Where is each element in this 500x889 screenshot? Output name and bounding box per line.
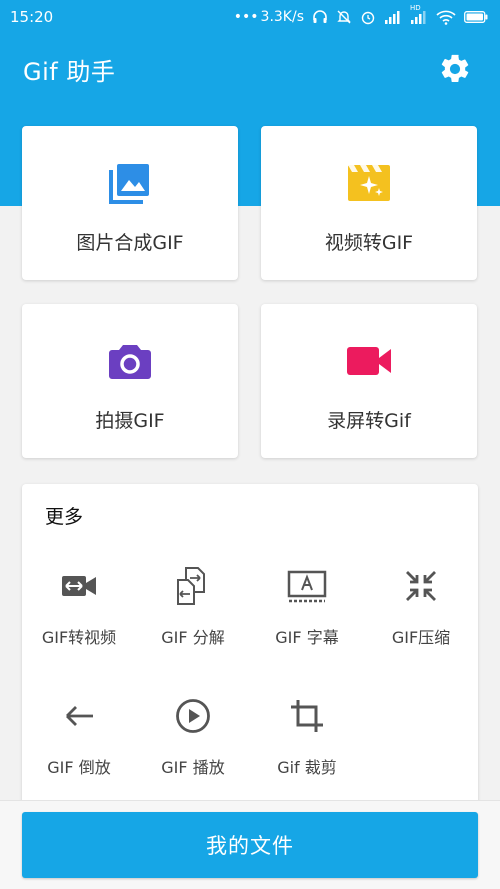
movie-sparkle-icon — [344, 158, 394, 208]
video-camera-icon — [344, 336, 394, 386]
tool-gif-compress[interactable]: GIF压缩 — [364, 564, 478, 674]
battery-icon — [464, 11, 488, 23]
card-shoot-gif[interactable]: 拍摄GIF — [22, 304, 238, 458]
net-speed: 3.3K/s — [260, 9, 304, 25]
play-circle-icon — [171, 694, 215, 738]
headphones-icon — [312, 9, 328, 25]
wifi-icon — [436, 10, 456, 25]
hd-label: HD — [410, 4, 421, 12]
app-bar: Gif 助手 — [0, 34, 500, 104]
app-root: 15:20 ••• 3.3K/s HD Gif 助手 图片合成GIF 视频转GI… — [0, 0, 500, 889]
card-video-to-gif[interactable]: 视频转GIF — [261, 126, 477, 280]
crop-icon — [285, 694, 329, 738]
more-title: 更多 — [45, 506, 84, 528]
tool-label: GIF 分解 — [161, 628, 225, 647]
tool-gif-split[interactable]: GIF 分解 — [136, 564, 250, 674]
tool-gif-play[interactable]: GIF 播放 — [136, 694, 250, 804]
gif-to-video-icon — [57, 564, 101, 608]
card-label: 录屏转Gif — [327, 410, 411, 432]
compress-icon — [399, 564, 443, 608]
tool-label: GIF压缩 — [391, 628, 451, 647]
card-label: 视频转GIF — [324, 232, 414, 254]
status-bar: 15:20 ••• 3.3K/s HD — [0, 0, 500, 34]
card-label: 拍摄GIF — [95, 410, 165, 432]
card-images-to-gif[interactable]: 图片合成GIF — [22, 126, 238, 280]
my-files-button[interactable]: 我的文件 — [22, 812, 478, 878]
signal-icon — [384, 10, 402, 24]
tool-gif-subtitle[interactable]: GIF 字幕 — [250, 564, 364, 674]
tool-gif-reverse[interactable]: GIF 倒放 — [22, 694, 136, 804]
tool-label: GIF 播放 — [161, 758, 225, 777]
app-title: Gif 助手 — [23, 57, 116, 86]
tool-label: GIF转视频 — [41, 628, 117, 647]
status-icons: ••• 3.3K/s HD — [233, 4, 488, 25]
tool-label: GIF 倒放 — [47, 758, 111, 777]
gear-icon — [441, 54, 469, 83]
bottom-bar: 我的文件 — [0, 800, 500, 889]
arrow-back-icon — [57, 694, 101, 738]
card-label: 图片合成GIF — [76, 232, 184, 254]
subtitle-icon — [285, 564, 329, 608]
tool-gif-to-video[interactable]: GIF转视频 — [22, 564, 136, 674]
tool-label: Gif 裁剪 — [277, 758, 337, 777]
split-icon — [171, 564, 215, 608]
card-screen-record-gif[interactable]: 录屏转Gif — [261, 304, 477, 458]
image-gallery-icon — [105, 158, 155, 208]
tool-label: GIF 字幕 — [275, 628, 339, 647]
dots-icon: ••• — [233, 9, 259, 25]
signal-hd-icon: HD — [410, 4, 428, 24]
tool-gif-crop[interactable]: Gif 裁剪 — [250, 694, 364, 804]
mute-bell-icon — [336, 9, 352, 25]
camera-icon — [105, 336, 155, 386]
status-time: 15:20 — [10, 8, 54, 26]
settings-button[interactable] — [436, 50, 474, 88]
alarm-icon — [360, 9, 376, 25]
more-panel: 更多 GIF转视频 GIF 分解 GIF 字幕 GIF压缩 GIF 倒放 GIF… — [22, 484, 478, 814]
